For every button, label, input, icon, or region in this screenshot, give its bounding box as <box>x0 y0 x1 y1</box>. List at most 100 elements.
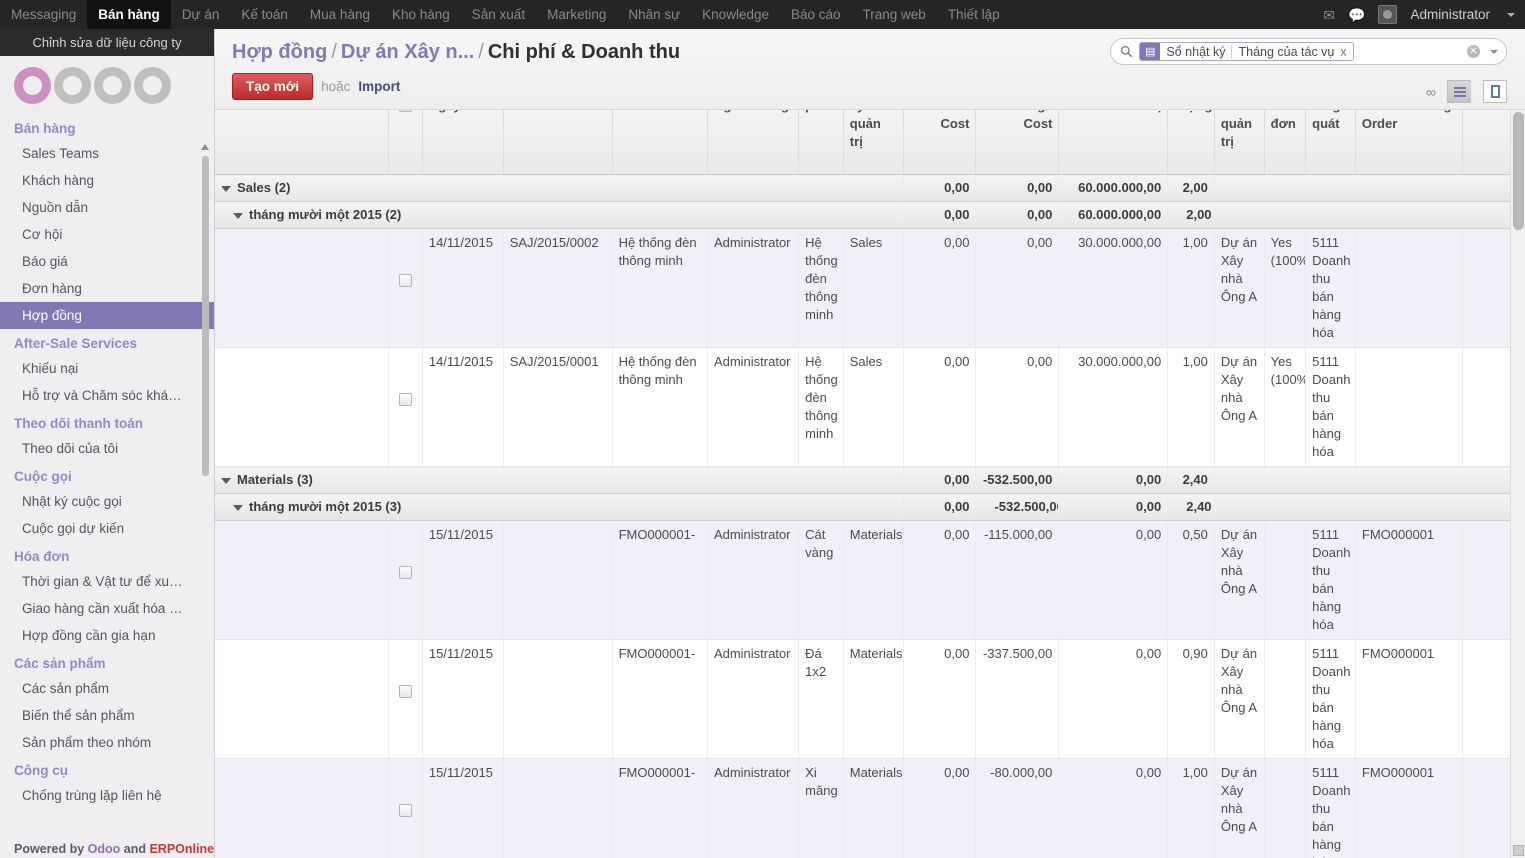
list-view-table-container[interactable]: Nhóm Ngày Tham chiếu Mô tả Người dùng phẩm ký … <box>215 110 1525 858</box>
sidebar-item-h-p-ng-c-n-gia-h-n[interactable]: Hợp đồng cần gia hạn <box>0 622 214 649</box>
column-header-k-qu-n-tr-[interactable]: ký quản trị <box>843 110 904 175</box>
create-button[interactable]: Tạo mới <box>232 73 314 100</box>
group-row-level-2[interactable]: tháng mười một 2015 (3) 0,00 -532.500,00 0,… <box>215 493 1525 521</box>
sidebar-item-ch-ng-tr-ng-l-p-li-n-h[interactable]: Chống trùng lặp liên hệ <box>0 782 214 809</box>
row-checkbox[interactable] <box>398 804 412 817</box>
sidebar-item--n-h-ng[interactable]: Đơn hàng <box>0 275 214 302</box>
group-row-level-1[interactable]: Sales (2) 0,00 0,00 60.000.000,00 2,00 <box>215 174 1525 202</box>
column-header-l-ng[interactable]: lượng <box>1167 110 1215 175</box>
column-header-h-a-n[interactable]: hóa đơn <box>1264 110 1307 175</box>
column-header-select[interactable] <box>388 110 423 175</box>
nav-item-bán-hàng[interactable]: Bán hàng <box>87 0 171 29</box>
group-label-cell[interactable]: tháng mười một 2015 (2) <box>215 201 904 229</box>
group-row-level-1[interactable]: Materials (3) 0,00 -532.500,00 0,00 2,40 <box>215 466 1525 494</box>
row-checkbox[interactable] <box>398 566 412 579</box>
collapse-triangle-icon[interactable] <box>221 185 231 192</box>
row-select-cell[interactable] <box>388 639 423 759</box>
column-header-ng-i-d-ng[interactable]: Người dùng <box>707 110 800 175</box>
sidebar-item-khi-u-n-i[interactable]: Khiếu nại <box>0 355 214 382</box>
nav-item-thiết-lập[interactable]: Thiết lập <box>937 0 1011 29</box>
nav-item-marketing[interactable]: Marketing <box>536 0 617 29</box>
group-label-cell[interactable]: Sales (2) <box>215 174 904 202</box>
nav-item-trang-web[interactable]: Trang web <box>852 0 937 29</box>
row-checkbox[interactable] <box>398 685 412 698</box>
sidebar-item-nh-t-k-cu-c-g-i[interactable]: Nhật ký cuộc gọi <box>0 488 214 515</box>
column-header-ng-y[interactable]: Ngày <box>422 110 504 175</box>
sidebar-item-giao-h-ng-c-n-xu-t-h-a[interactable]: Giao hàng cần xuất hóa … <box>0 595 214 622</box>
column-header-average-cost[interactable]: Average Cost <box>975 110 1060 175</box>
column-header-t-ng-qu-t[interactable]: tổng quát <box>1305 110 1356 175</box>
search-facet[interactable]: ▤ Sổ nhật ký Tháng của tác vụ x <box>1139 42 1354 61</box>
search-chevron-down-icon[interactable] <box>1490 49 1498 54</box>
sidebar-item-h-tr-v-ch-m-s-c-kh[interactable]: Hỗ trợ và Chăm sóc khá… <box>0 382 214 409</box>
group-row-level-2[interactable]: tháng mười một 2015 (2) 0,00 0,00 60.000.00… <box>215 201 1525 229</box>
column-header-ph-m[interactable]: phẩm <box>798 110 844 175</box>
chevron-down-icon[interactable] <box>1507 12 1515 17</box>
list-scroll-down-button[interactable] <box>1513 845 1524 856</box>
sidebar-scrollbar[interactable] <box>201 144 210 858</box>
row-select-cell[interactable] <box>388 520 423 640</box>
user-menu-label[interactable]: Administrator <box>1410 7 1490 22</box>
row-select-cell[interactable] <box>388 228 423 348</box>
sidebar-scroll-thumb[interactable] <box>202 156 209 476</box>
row-checkbox[interactable] <box>398 393 412 406</box>
list-view-button[interactable] <box>1447 80 1471 103</box>
breadcrumb-item-1[interactable]: Dự án Xây n... <box>341 41 474 63</box>
nav-item-báo-cáo[interactable]: Báo cáo <box>780 0 852 29</box>
sidebar-item-s-n-ph-m-theo-nh-m[interactable]: Sản phẩm theo nhóm <box>0 729 214 756</box>
nav-item-kế-toán[interactable]: Kế toán <box>230 0 299 29</box>
column-header-tham-chi-u[interactable]: Tham chiếu <box>503 110 613 175</box>
table-row[interactable]: 15/11/2015 FMO000001- Administrator Cát vàn… <box>215 520 1525 640</box>
row-select-cell[interactable] <box>388 347 423 467</box>
sidebar-item-theo-d-i-c-a-t-i[interactable]: Theo dõi của tôi <box>0 435 214 462</box>
collapse-triangle-icon[interactable] <box>233 212 243 219</box>
group-label-cell[interactable]: tháng mười một 2015 (3) <box>215 493 904 521</box>
company-data-editor-banner[interactable]: Chỉnh sửa dữ liệu công ty <box>0 29 214 56</box>
column-header-manufacturing-order[interactable]: Manufacturing Order <box>1355 110 1463 175</box>
table-row[interactable]: 15/11/2015 FMO000001- Administrator Xi măng… <box>215 758 1525 858</box>
table-row[interactable]: 14/11/2015 SAJ/2015/0001 Hệ thống đèn thôn… <box>215 347 1525 467</box>
nav-item-messaging[interactable]: Messaging <box>0 0 87 29</box>
sidebar-item-th-i-gian-v-t-t-xu[interactable]: Thời gian & Vật tư để xu… <box>0 568 214 595</box>
breadcrumb-item-0[interactable]: Hợp đồng <box>232 41 327 63</box>
nav-item-mua-hàng[interactable]: Mua hàng <box>299 0 381 29</box>
select-all-checkbox[interactable] <box>398 110 412 112</box>
nav-item-kho-hàng[interactable]: Kho hàng <box>381 0 461 29</box>
row-select-cell[interactable] <box>388 758 423 858</box>
import-link[interactable]: Import <box>358 79 400 94</box>
sidebar-item-bi-n-th-s-n-ph-m[interactable]: Biến thể sản phẩm <box>0 702 214 729</box>
scroll-up-arrow-icon[interactable] <box>201 144 209 150</box>
nav-item-knowledge[interactable]: Knowledge <box>691 0 780 29</box>
group-label-cell[interactable]: Materials (3) <box>215 466 904 494</box>
table-row[interactable]: 14/11/2015 SAJ/2015/0002 Hệ thống đèn thôn… <box>215 228 1525 348</box>
column-header-m-t-[interactable]: Mô tả <box>612 110 708 175</box>
row-checkbox[interactable] <box>398 274 412 287</box>
sidebar-item-c-h-i[interactable]: Cơ hội <box>0 221 214 248</box>
nav-item-nhân-sự[interactable]: Nhân sự <box>617 0 691 29</box>
chat-bubble-icon[interactable]: 💬 <box>1348 8 1365 22</box>
collapse-triangle-icon[interactable] <box>221 477 231 484</box>
sidebar-item-ngu-n-d-n[interactable]: Nguồn dẫn <box>0 194 214 221</box>
erponline-link[interactable]: ERPOnline <box>149 842 214 856</box>
sidebar-item-cu-c-g-i-d-ki-n[interactable]: Cuộc gọi dự kiến <box>0 515 214 542</box>
column-header-kho-n-qu-n-tr-[interactable]: khoản quản trị <box>1214 110 1265 175</box>
column-header-gi-tr-[interactable]: Giá trị <box>1058 110 1169 175</box>
user-avatar-icon[interactable] <box>1378 5 1398 24</box>
sidebar-item-h-p-ng[interactable]: Hợp đồng <box>0 302 214 329</box>
form-view-button[interactable] <box>1483 80 1507 103</box>
envelope-icon[interactable]: ✉ <box>1323 8 1335 22</box>
nav-item-dự-án[interactable]: Dự án <box>171 0 231 29</box>
sidebar-menu-scroll[interactable]: Bán hàng Sales Teams Khách hàng Nguồn dẫn Cơ… <box>0 114 214 858</box>
column-header-standard-cost[interactable]: Standard Cost <box>903 110 977 175</box>
nav-item-sản-xuất[interactable]: Sản xuất <box>461 0 536 29</box>
collapse-triangle-icon[interactable] <box>233 504 243 511</box>
list-vertical-scrollbar[interactable] <box>1510 110 1525 858</box>
sidebar-item-c-c-s-n-ph-m[interactable]: Các sản phẩm <box>0 675 214 702</box>
table-row[interactable]: 15/11/2015 FMO000001- Administrator Đá 1x2 M… <box>215 639 1525 759</box>
column-header-nh-m[interactable]: Nhóm <box>215 110 389 175</box>
odoo-link[interactable]: Odoo <box>88 842 121 856</box>
search-view[interactable]: ▤ Sổ nhật ký Tháng của tác vụ x ✕ <box>1110 38 1507 65</box>
clear-search-icon[interactable]: ✕ <box>1467 45 1480 58</box>
list-scroll-thumb[interactable] <box>1513 112 1524 230</box>
sidebar-item-b-o-gi[interactable]: Báo giá <box>0 248 214 275</box>
